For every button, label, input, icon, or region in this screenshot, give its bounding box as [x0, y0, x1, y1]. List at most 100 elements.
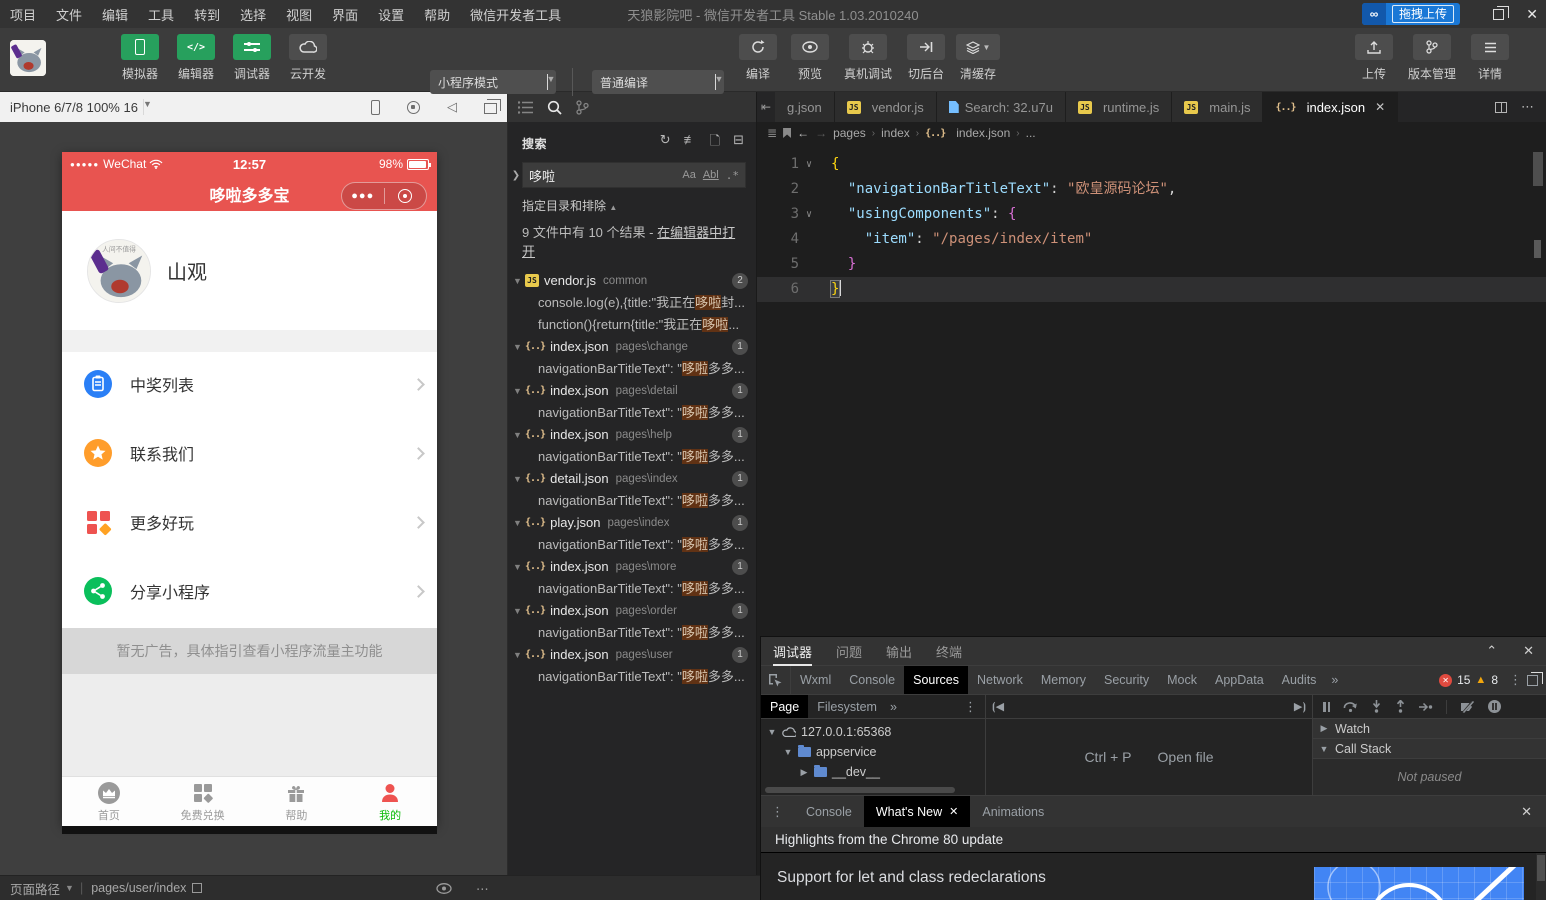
toggle-replace-icon[interactable]: ❯ [510, 170, 522, 181]
menu-item[interactable]: 界面 [322, 5, 368, 24]
open-search-editor-icon[interactable]: 🗋 [710, 132, 720, 154]
tree-item-host[interactable]: ▼ 127.0.0.1:65368 [761, 722, 985, 742]
drawer-tab-animations[interactable]: Animations [970, 796, 1056, 827]
breadcrumb-item[interactable]: ... [1026, 126, 1036, 140]
more-options-icon[interactable]: ⋯ [476, 881, 489, 896]
devtools-menu-icon[interactable]: ⋮ [1509, 672, 1522, 688]
menu-item[interactable]: 项目 [0, 5, 46, 24]
menu-item[interactable]: 转到 [184, 5, 230, 24]
drawer-tab-console[interactable]: Console [794, 796, 864, 827]
tab-security[interactable]: Security [1095, 666, 1158, 694]
close-drawer-icon[interactable]: ✕ [1521, 804, 1546, 820]
split-editor-icon[interactable] [1495, 102, 1507, 113]
simulator-toggle-button[interactable]: 模拟器 [118, 34, 162, 82]
chevron-expand-icon[interactable]: ▼ [513, 276, 525, 286]
multi-window-icon[interactable] [484, 103, 497, 114]
fold-icon[interactable] [799, 227, 819, 252]
error-count[interactable]: 15 [1457, 673, 1470, 687]
menu-item[interactable]: 文件 [46, 5, 92, 24]
article-title[interactable]: Support for let and class redeclarations [777, 869, 1046, 887]
tab-g-json[interactable]: g.json [775, 92, 835, 122]
bookmark-icon[interactable] [783, 128, 791, 138]
result-file-row[interactable]: ▼ {..} detail.json pages\index 1 [508, 468, 756, 490]
file-list-icon[interactable] [518, 101, 533, 114]
result-file-row[interactable]: ▼ JS vendor.js common 2 [508, 270, 756, 292]
search-icon[interactable] [547, 100, 562, 115]
chevron-expand-icon[interactable]: ▼ [513, 562, 525, 572]
switch-background-button[interactable]: 切后台 [904, 34, 948, 82]
navigator-menu-icon[interactable]: ⋮ [964, 699, 985, 715]
menu-item[interactable]: 视图 [276, 5, 322, 24]
tab-audits[interactable]: Audits [1273, 666, 1326, 694]
tab-index-json[interactable]: {..}index.json✕ [1263, 92, 1398, 122]
breadcrumb-item[interactable]: pages [833, 126, 866, 140]
pause-script-icon[interactable] [1323, 702, 1330, 712]
mode-select[interactable]: 小程序模式 ▼ [430, 70, 556, 94]
menu-item-prize-list[interactable]: 中奖列表 [62, 352, 437, 416]
collapse-all-icon[interactable]: ⊟ [733, 132, 744, 154]
match-line[interactable]: console.log(e),{title:"我正在哆啦封... [508, 292, 756, 314]
cloud-dev-button[interactable]: 云开发 [286, 34, 330, 82]
match-line[interactable]: navigationBarTitleText": "哆啦多多... [508, 534, 756, 556]
scrollbar-thumb[interactable] [1537, 855, 1545, 881]
editor-scrollbar[interactable] [1533, 144, 1543, 444]
tab-page[interactable]: Page [761, 695, 808, 718]
more-dots-icon[interactable]: ●●● [342, 190, 384, 202]
tab-help[interactable]: 帮助 [250, 777, 344, 826]
menu-item-contact-us[interactable]: 联系我们 [62, 421, 437, 485]
pause-on-exceptions-icon[interactable] [1488, 700, 1501, 713]
outline-icon[interactable]: ≣ [767, 126, 777, 140]
tree-item-dev[interactable]: ▶ __dev__ [761, 762, 985, 782]
tab-main-js[interactable]: JSmain.js [1172, 92, 1263, 122]
fold-icon[interactable]: ∨ [799, 202, 819, 227]
menu-item-more-fun[interactable]: 更多好玩 [62, 490, 437, 554]
drag-upload-badge[interactable]: ∞ 拖拽上传 [1362, 3, 1460, 25]
match-line[interactable]: navigationBarTitleText": "哆啦多多... [508, 578, 756, 600]
compile-mode-select[interactable]: 普通编译 ▼ [592, 70, 724, 94]
breadcrumb-item[interactable]: index.json [956, 126, 1010, 140]
match-line[interactable]: navigationBarTitleText": "哆啦多多... [508, 490, 756, 512]
chevron-expand-icon[interactable]: ▼ [513, 518, 525, 528]
editor-toggle-button[interactable]: </> 编辑器 [174, 34, 218, 82]
whole-word-toggle[interactable]: Abl [703, 169, 719, 181]
close-window-icon[interactable]: ✕ [1526, 6, 1538, 23]
menu-item[interactable]: 编辑 [92, 5, 138, 24]
menu-item[interactable]: 设置 [368, 5, 414, 24]
dir-filter-toggle[interactable]: 指定目录和排除 ▲ [508, 190, 756, 218]
match-case-toggle[interactable]: Aa [682, 169, 695, 181]
compile-button[interactable]: 编译 [736, 34, 780, 82]
preview-button[interactable]: 预览 [788, 34, 832, 82]
tab-home[interactable]: 首页 [62, 777, 156, 826]
step-over-icon[interactable] [1343, 701, 1358, 712]
chevron-expand-icon[interactable]: ▼ [513, 386, 525, 396]
fold-icon[interactable]: ∨ [799, 152, 819, 177]
tab-network[interactable]: Network [968, 666, 1032, 694]
menu-item[interactable]: 微信开发者工具 [460, 5, 571, 24]
breadcrumb-item[interactable]: index [881, 126, 910, 140]
exit-circle-icon[interactable] [385, 189, 427, 203]
tab-filesystem[interactable]: Filesystem [808, 695, 886, 718]
tab-output[interactable]: 输出 [886, 642, 912, 661]
result-file-row[interactable]: ▼ {..} index.json pages\change 1 [508, 336, 756, 358]
eye-icon[interactable] [436, 883, 452, 894]
deactivate-breakpoints-icon[interactable] [1460, 701, 1475, 713]
chevron-expand-icon[interactable]: ▼ [513, 474, 525, 484]
scrollbar-thumb[interactable] [1533, 152, 1543, 186]
tab-problems[interactable]: 问题 [836, 642, 862, 661]
regex-toggle[interactable]: .* [726, 169, 739, 182]
menu-item[interactable]: 帮助 [414, 5, 460, 24]
result-file-row[interactable]: ▼ {..} play.json pages\index 1 [508, 512, 756, 534]
rotate-device-icon[interactable] [371, 100, 380, 115]
search-input[interactable]: 哆啦 Aa Abl .* [522, 162, 746, 188]
horizontal-scrollbar[interactable] [765, 787, 955, 793]
refresh-icon[interactable]: ↻ [660, 132, 671, 154]
result-file-row[interactable]: ▼ {..} index.json pages\detail 1 [508, 380, 756, 402]
tab-debugger[interactable]: 调试器 [773, 642, 812, 666]
match-line[interactable]: navigationBarTitleText": "哆啦多多... [508, 446, 756, 468]
menu-item[interactable]: 选择 [230, 5, 276, 24]
tab-scroll-left-icon[interactable]: ⇤ [757, 92, 775, 122]
forward-icon[interactable]: → [815, 126, 827, 140]
drawer-scrollbar[interactable] [1536, 853, 1546, 900]
tab-terminal[interactable]: 终端 [936, 642, 962, 661]
restore-window-icon[interactable] [1493, 9, 1504, 20]
